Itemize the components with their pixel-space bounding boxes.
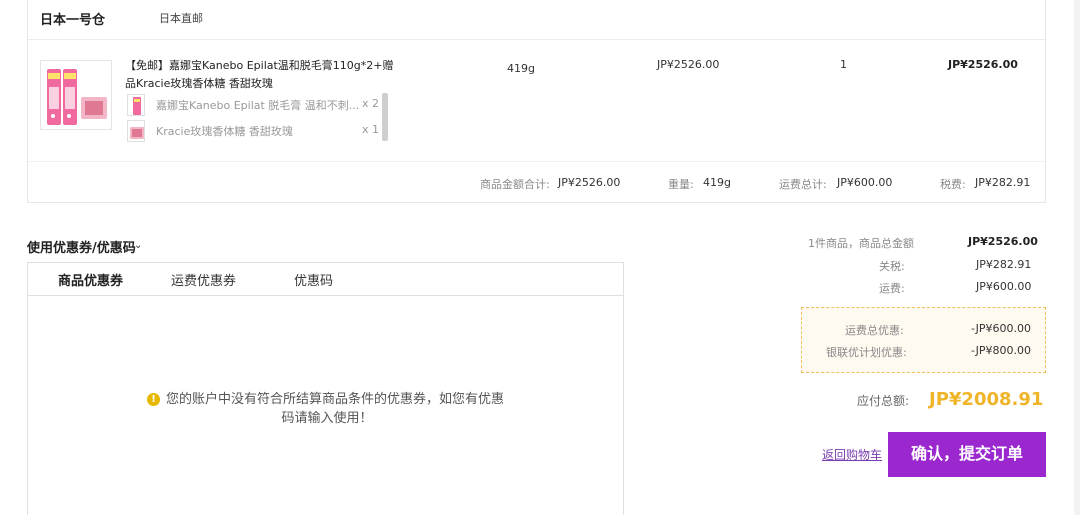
bundle-item-name: Kracie玫瑰香体糖 香甜玫瑰 <box>156 125 293 138</box>
product-subtotal: JP¥2526.00 <box>948 58 1018 71</box>
tab-goods-coupon[interactable]: 商品优惠券 <box>58 270 123 289</box>
duty-label: 关税: <box>879 260 905 273</box>
payable-label: 应付总额: <box>857 394 910 408</box>
bundle-item-thumbnail <box>127 120 145 142</box>
bundle-item-qty: x 1 <box>361 123 379 136</box>
tax-label: 税费: <box>940 178 966 191</box>
list-item: Kracie玫瑰香体糖 香甜玫瑰 x 1 <box>125 119 387 143</box>
back-to-cart-link[interactable]: 返回购物车 <box>822 446 882 463</box>
payable-value: JP¥2008.91 <box>929 389 1044 410</box>
submit-order-button[interactable]: 确认，提交订单 <box>888 432 1046 477</box>
bundle-item-qty: x 2 <box>361 97 379 110</box>
freight-label: 运费: <box>879 282 905 295</box>
tax-value: JP¥282.91 <box>975 176 1031 189</box>
shipping-total-value: JP¥600.00 <box>837 176 893 189</box>
warehouse-name: 日本一号仓 <box>40 13 106 28</box>
freight-value: JP¥600.00 <box>976 280 1032 293</box>
discount-box <box>801 307 1046 373</box>
bundle-item-name: 嘉娜宝Kanebo Epilat 脱毛膏 温和不刺... <box>156 99 360 112</box>
goods-total-value: JP¥2526.00 <box>558 176 621 189</box>
coupon-section-title[interactable]: 使用优惠券/优惠码 <box>27 237 136 256</box>
coupon-notice-text: 您的账户中没有符合所结算商品条件的优惠券，如您有优惠码请输入使用！ <box>165 392 504 426</box>
product-title[interactable]: 【免邮】嘉娜宝Kanebo Epilat温和脱毛膏110g*2+赠品Kracie… <box>125 57 395 93</box>
warehouse-type: 日本直邮 <box>159 12 203 25</box>
product-image[interactable] <box>40 60 112 130</box>
unionpay-discount-label: 银联优计划优惠: <box>826 346 907 359</box>
product-weight: 419g <box>507 62 535 75</box>
coupon-tabs: 商品优惠券 运费优惠券 优惠码 <box>28 263 623 296</box>
product-price: JP¥2526.00 <box>657 58 720 71</box>
bundle-list-scrollbar[interactable] <box>382 93 388 141</box>
tab-promo-code[interactable]: 优惠码 <box>294 270 333 289</box>
freight-discount-value: -JP¥600.00 <box>971 322 1031 335</box>
coupon-notice: 您的账户中没有符合所结算商品条件的优惠券，如您有优惠码请输入使用！ <box>146 390 508 428</box>
divider <box>28 161 1045 162</box>
bundle-item-thumbnail <box>127 94 145 116</box>
unionpay-discount-value: -JP¥800.00 <box>971 344 1031 357</box>
weight-label: 重量: <box>668 178 694 191</box>
items-total-value: JP¥2526.00 <box>968 235 1038 248</box>
chevron-down-icon[interactable]: ⌄ <box>134 240 142 251</box>
goods-total-label: 商品金额合计: <box>480 178 550 191</box>
bundle-item-list: 嘉娜宝Kanebo Epilat 脱毛膏 温和不刺... x 2 Kracie玫… <box>125 93 387 143</box>
weight-value: 419g <box>703 176 731 189</box>
duty-value: JP¥282.91 <box>976 258 1032 271</box>
tab-shipping-coupon[interactable]: 运费优惠券 <box>171 270 236 289</box>
warehouse-header: 日本一号仓 日本直邮 <box>28 0 1045 40</box>
product-quantity: 1 <box>840 58 847 71</box>
coupon-panel: 商品优惠券 运费优惠券 优惠码 ! 您的账户中没有符合所结算商品条件的优惠券，如… <box>27 262 624 515</box>
order-box: 日本一号仓 日本直邮 【免邮】嘉娜宝Kanebo Epilat温和脱毛膏110g… <box>27 0 1046 203</box>
list-item: 嘉娜宝Kanebo Epilat 脱毛膏 温和不刺... x 2 <box>125 93 387 117</box>
items-total-label: 1件商品，商品总金额 <box>808 237 914 250</box>
shipping-total-label: 运费总计: <box>779 178 827 191</box>
page-scrollbar[interactable] <box>1074 0 1080 515</box>
freight-discount-label: 运费总优惠: <box>845 324 904 337</box>
